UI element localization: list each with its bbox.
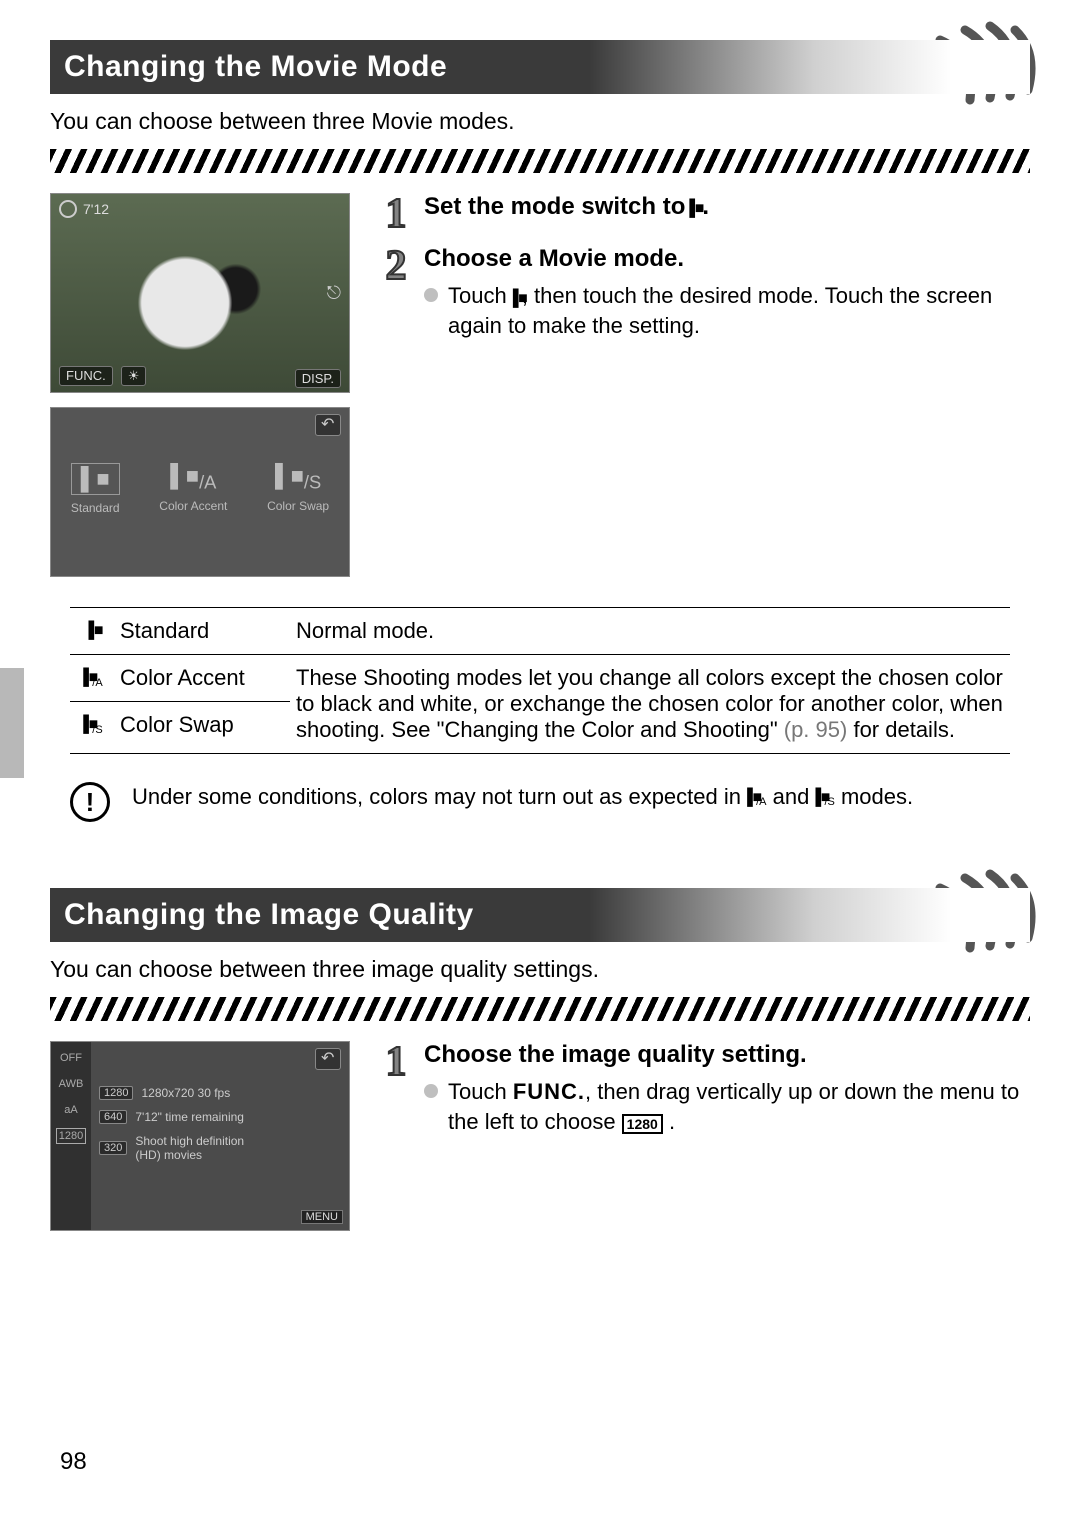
section1-title: Changing the Movie Mode [64, 50, 447, 84]
movie-mode-icon [513, 284, 522, 311]
side-tab [0, 668, 24, 778]
exposure-icon: ☀ [121, 366, 147, 386]
mode-desc-combined: These Shooting modes let you change all … [290, 655, 1010, 753]
table-row: Standard Normal mode. [70, 608, 1010, 655]
table-row: /A Color Accent /S Color Swap These Shoo… [70, 655, 1010, 753]
mode-desc: Normal mode. [290, 608, 1010, 654]
mode-standard: ▌■Standard [71, 463, 120, 515]
menu-button: MENU [301, 1210, 343, 1224]
divider-hatch [50, 149, 1030, 173]
quality-info: 12801280x720 30 fps 6407'12" time remain… [99, 1086, 244, 1172]
step-1: 1 Set the mode switch to . [378, 193, 1030, 235]
step-1: 1 Choose the image quality setting. Touc… [378, 1041, 1030, 1136]
section1-header: Changing the Movie Mode [50, 40, 1030, 94]
screenshot-camera-live: 7'12 FUNC. ☀ ⎋ DISP. [50, 193, 350, 393]
color-accent-icon: /A [70, 655, 116, 701]
screenshots-col: 7'12 FUNC. ☀ ⎋ DISP. ▌■Standard ▌■/AColo… [50, 193, 350, 577]
mode-color-swap: ▌■/SColor Swap [267, 463, 329, 515]
mode-name: Standard [116, 608, 290, 654]
step-number-1: 1 [378, 193, 414, 235]
sec2-step1-text: Touch FUNC., then drag vertically up or … [448, 1077, 1030, 1136]
color-swap-icon: /S [815, 787, 834, 809]
section2-intro: You can choose between three image quali… [50, 956, 1030, 983]
back-icon [315, 414, 341, 436]
screenshot-mode-select: ▌■Standard ▌■/AColor Accent ▌■/SColor Sw… [50, 407, 350, 577]
bullet-icon [424, 1084, 438, 1098]
caution-text: Under some conditions, colors may not tu… [132, 782, 913, 812]
page-xref: (p. 95) [784, 717, 848, 742]
mode-color-accent: ▌■/AColor Accent [159, 463, 227, 515]
page: Changing the Movie Mode You can choose b… [0, 0, 1080, 1231]
step-number-2: 2 [378, 245, 414, 340]
section1-steps: 7'12 FUNC. ☀ ⎋ DISP. ▌■Standard ▌■/AColo… [50, 193, 1030, 577]
step-number-1: 1 [378, 1041, 414, 1136]
step1-title-post: . [702, 193, 709, 221]
record-indicator-icon [59, 200, 77, 218]
step2-title: Choose a Movie mode. [424, 245, 1030, 273]
movie-mode-icon [70, 608, 116, 654]
step2-text: Touch , then touch the desired mode. Tou… [448, 281, 1030, 340]
section1-intro: You can choose between three Movie modes… [50, 108, 1030, 135]
page-number: 98 [60, 1448, 87, 1476]
steps-text: 1 Set the mode switch to . 2 Choose a Mo… [378, 193, 1030, 577]
back-icon [315, 1048, 341, 1070]
off-icon: ⎋ [327, 283, 341, 304]
mode-name: Color Swap [116, 702, 290, 748]
section2-header: Changing the Image Quality [50, 888, 1030, 942]
resolution-1280-icon: 1280 [622, 1114, 663, 1135]
step1-title-pre: Set the mode switch to [424, 193, 685, 221]
caution-icon: ! [70, 782, 110, 822]
caution-note: ! Under some conditions, colors may not … [70, 782, 1010, 822]
screenshot-image-quality: OFF AWB aA 1280 12801280x720 30 fps 6407… [50, 1041, 350, 1231]
color-accent-icon: /A [747, 787, 766, 809]
hud-bottom-left: FUNC. ☀ [59, 366, 146, 386]
sec2-step1-title: Choose the image quality setting. [424, 1041, 1030, 1069]
bullet-icon [424, 288, 438, 302]
func-menu-left: OFF AWB aA 1280 [51, 1042, 91, 1230]
section2-steps: OFF AWB aA 1280 12801280x720 30 fps 6407… [50, 1041, 1030, 1231]
hud-top-left: 7'12 [59, 200, 109, 218]
step-2: 2 Choose a Movie mode. Touch , then touc… [378, 245, 1030, 340]
movie-mode-icon [689, 196, 698, 219]
disp-button: DISP. [295, 371, 341, 386]
func-button: FUNC. [59, 366, 113, 386]
divider-hatch [50, 997, 1030, 1021]
color-swap-icon: /S [70, 702, 116, 748]
mode-name: Color Accent [116, 655, 290, 701]
hud-time: 7'12 [83, 201, 109, 217]
mode-table: Standard Normal mode. /A Color Accent /S… [70, 607, 1010, 754]
section2-title: Changing the Image Quality [64, 898, 474, 932]
func-label: FUNC. [513, 1079, 585, 1104]
